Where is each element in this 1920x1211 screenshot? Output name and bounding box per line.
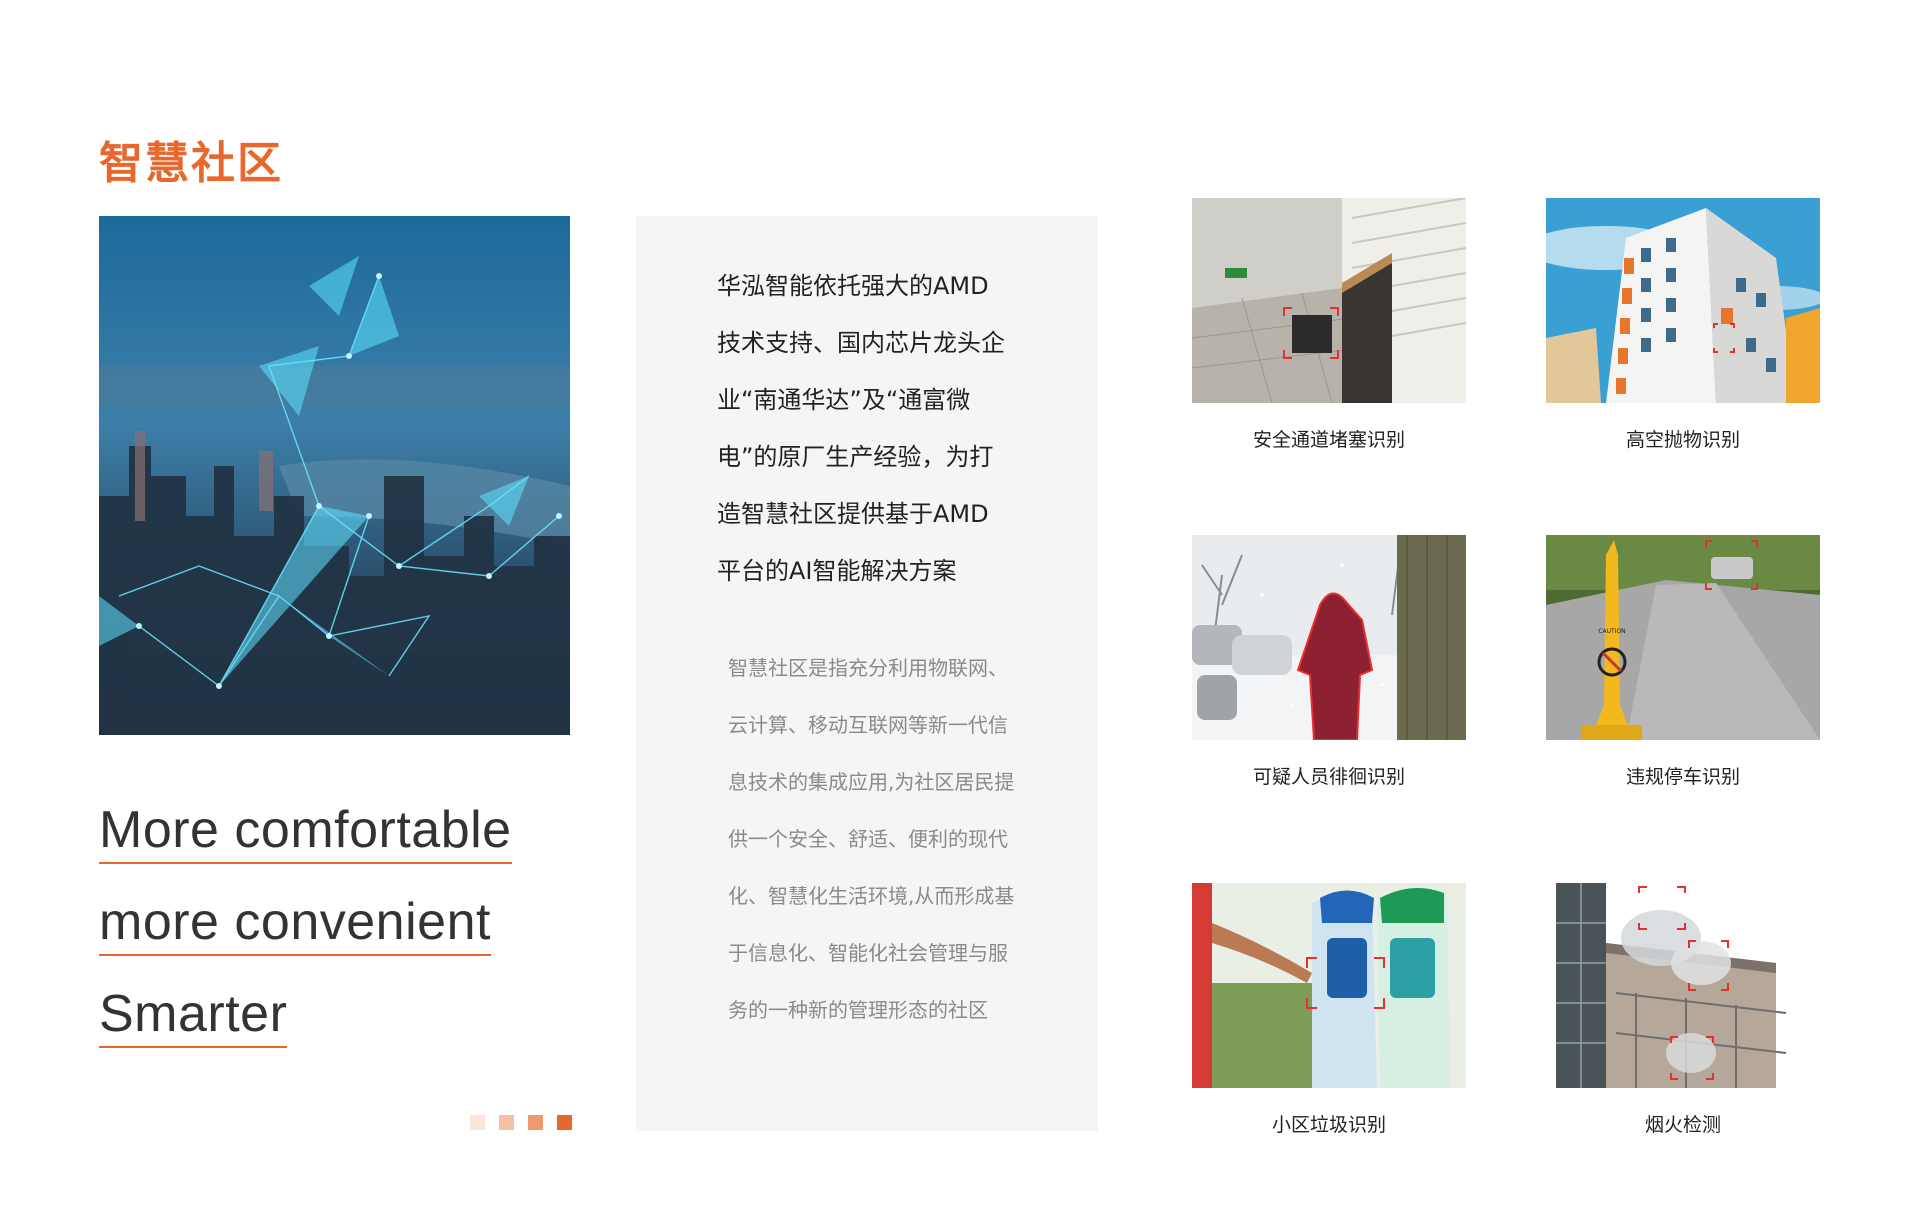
- page-title: 智慧社区: [99, 138, 283, 189]
- body-paragraph: 智慧社区是指充分利用物联网、 云计算、移动互联网等新一代信 息技术的集成应用,为…: [728, 640, 1038, 1039]
- no-parking-cone-photo: CAUTION: [1546, 535, 1820, 740]
- lead-line: 平台的AI智能解决方案: [717, 557, 957, 585]
- feature-caption: 高空抛物识别: [1625, 429, 1740, 451]
- high-rise-building-photo: [1546, 198, 1820, 403]
- lead-line: 造智慧社区提供基于AMD: [717, 500, 989, 528]
- feature-caption: 烟火检测: [1644, 1114, 1721, 1136]
- body-line: 智慧社区是指充分利用物联网、: [728, 656, 1008, 680]
- feature-caption: 违规停车识别: [1625, 766, 1740, 788]
- feature-caption: 可疑人员徘徊识别: [1252, 766, 1405, 788]
- pager-dot[interactable]: [528, 1115, 543, 1130]
- lead-line: 华泓智能依托强大的AMD: [717, 272, 989, 300]
- feature-card[interactable]: 安全通道堵塞识别: [1192, 198, 1466, 452]
- body-line: 息技术的集成应用,为社区居民提: [728, 770, 1015, 794]
- person-in-snow-photo: [1192, 535, 1466, 740]
- body-line: 化、智慧化生活环境,从而形成基: [728, 884, 1015, 908]
- slogan-line: More comfortable: [99, 800, 512, 864]
- body-line: 于信息化、智能化社会管理与服: [728, 941, 1008, 965]
- lead-line: 业“南通华达”及“通富微: [717, 386, 971, 414]
- pager-dot-active[interactable]: [557, 1115, 572, 1130]
- slogan-list: More comfortable more convenient Smarter: [99, 800, 512, 1076]
- feature-caption: 小区垃圾识别: [1271, 1114, 1386, 1136]
- lead-line: 技术支持、国内芯片龙头企: [717, 329, 1005, 357]
- stairwell-blocked-photo: [1192, 198, 1466, 403]
- lead-line: 电”的原厂生产经验，为打: [717, 443, 994, 471]
- feature-card[interactable]: 小区垃圾识别: [1192, 883, 1466, 1137]
- lead-paragraph: 华泓智能依托强大的AMD 技术支持、国内芯片龙头企 业“南通华达”及“通富微 电…: [717, 258, 1037, 600]
- smoke-balcony-photo: [1546, 883, 1820, 1088]
- body-line: 务的一种新的管理形态的社区: [728, 998, 988, 1022]
- smart-city-hero-image: [99, 216, 570, 735]
- trash-bins-photo: [1192, 883, 1466, 1088]
- slogan-line: Smarter: [99, 984, 288, 1048]
- pager-dot[interactable]: [499, 1115, 514, 1130]
- feature-card[interactable]: 可疑人员徘徊识别: [1192, 535, 1466, 789]
- feature-card[interactable]: 烟火检测: [1546, 883, 1820, 1137]
- pager-dot[interactable]: [470, 1115, 485, 1130]
- feature-card[interactable]: 高空抛物识别: [1546, 198, 1820, 452]
- pager-dots: [470, 1115, 572, 1130]
- body-line: 供一个安全、舒适、便利的现代: [728, 827, 1008, 851]
- feature-caption: 安全通道堵塞识别: [1252, 429, 1405, 451]
- body-line: 云计算、移动互联网等新一代信: [728, 713, 1008, 737]
- feature-card[interactable]: CAUTION 违规停车识别: [1546, 535, 1820, 789]
- slogan-line: more convenient: [99, 892, 491, 956]
- svg-text:CAUTION: CAUTION: [1598, 628, 1625, 635]
